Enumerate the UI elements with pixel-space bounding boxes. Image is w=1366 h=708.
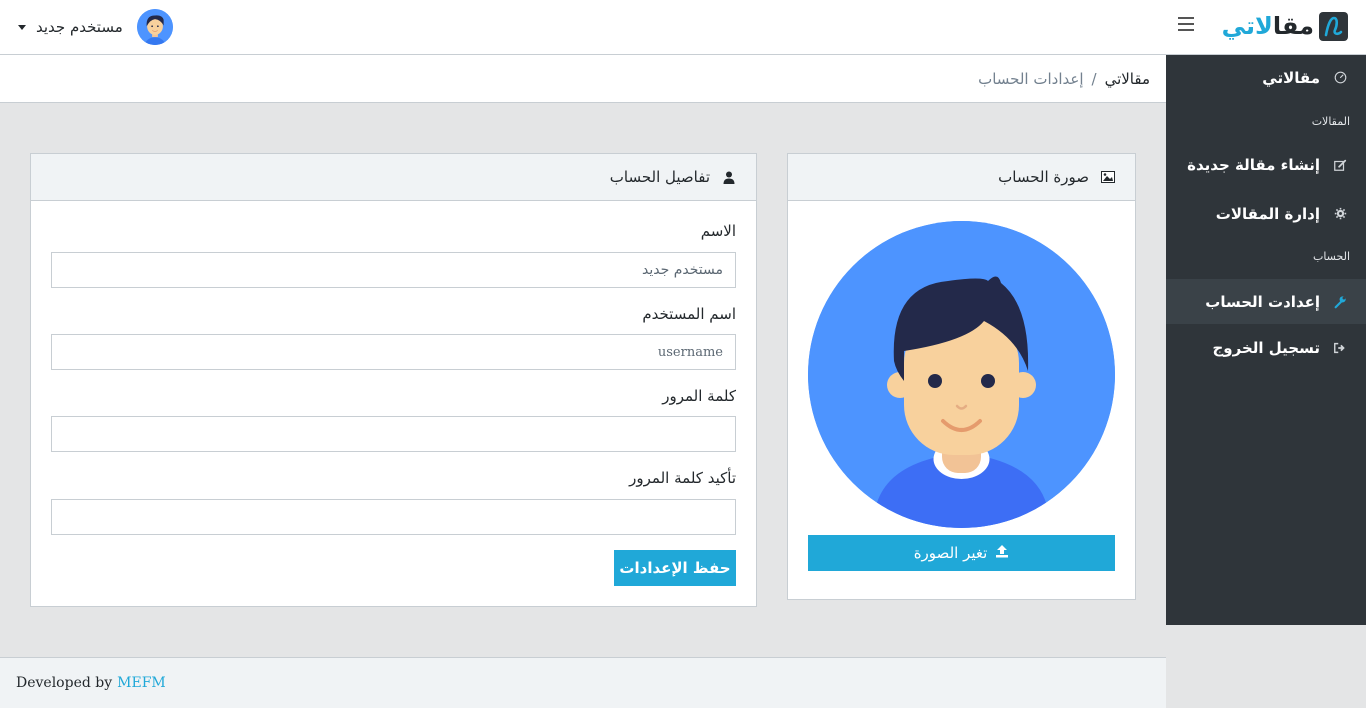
- upload-icon: [995, 544, 1009, 562]
- sidebar-item-new-article[interactable]: إنشاء مقالة جديدة: [1166, 142, 1366, 187]
- account-details-card: تفاصيل الحساب الاسم اسم المستخدم كلمة ال…: [30, 153, 757, 607]
- wrench-icon: [1332, 294, 1348, 310]
- footer-author-link[interactable]: MEFM: [117, 675, 166, 691]
- confirm-password-label: تأكيد كلمة المرور: [629, 469, 736, 487]
- breadcrumb-home-link[interactable]: مقالاتي: [1105, 70, 1150, 88]
- brand-mark-icon: [1319, 12, 1348, 41]
- gear-icon: [1332, 206, 1348, 222]
- change-photo-label: تغير الصورة: [913, 544, 988, 562]
- profile-avatar: [808, 221, 1115, 528]
- username-label: اسم المستخدم: [642, 305, 736, 323]
- confirm-password-field[interactable]: [51, 499, 736, 535]
- profile-photo-card: صورة الحساب تغير الصورة: [787, 153, 1136, 600]
- caret-down-icon: [18, 24, 26, 30]
- breadcrumb: مقالاتي / إعدادات الحساب: [0, 55, 1166, 103]
- card-header: صورة الحساب: [788, 154, 1135, 201]
- username-field[interactable]: [51, 334, 736, 370]
- sidebar-item-manage-articles[interactable]: إدارة المقالات: [1166, 191, 1366, 236]
- image-icon: [1101, 170, 1115, 184]
- sidebar-item-dashboard[interactable]: مقالاتي: [1166, 55, 1366, 100]
- edit-icon: [1332, 157, 1348, 173]
- sidebar-item-label: مقالاتي: [1262, 68, 1320, 87]
- user-name: مستخدم جديد: [36, 18, 123, 36]
- breadcrumb-current: إعدادات الحساب: [978, 69, 1084, 88]
- sidebar-section-account: الحساب: [1312, 250, 1350, 263]
- user-icon: [722, 170, 736, 184]
- card-header: تفاصيل الحساب: [31, 154, 756, 201]
- sidebar-item-label: إدارة المقالات: [1215, 204, 1320, 223]
- sign-out-icon: [1332, 340, 1348, 356]
- sidebar-item-label: تسجيل الخروج: [1212, 338, 1321, 357]
- footer: Developed by MEFM: [0, 657, 1166, 708]
- sidebar-section-articles: المقالات: [1311, 115, 1350, 128]
- sidebar-item-logout[interactable]: تسجيل الخروج: [1166, 325, 1366, 370]
- sidebar-toggle-icon[interactable]: [1178, 17, 1194, 33]
- name-label: الاسم: [700, 222, 736, 240]
- avatar: [136, 9, 173, 45]
- brand-logo[interactable]: مقالاتي: [1222, 10, 1348, 44]
- password-label: كلمة المرور: [662, 387, 736, 405]
- sidebar-item-label: إنشاء مقالة جديدة: [1187, 155, 1320, 174]
- brand-name: مقالاتي: [1221, 12, 1314, 40]
- card-title: صورة الحساب: [998, 168, 1089, 186]
- name-field[interactable]: [51, 252, 736, 288]
- sidebar-item-label: إعدادت الحساب: [1205, 292, 1320, 311]
- password-field[interactable]: [51, 416, 736, 452]
- speedometer-icon: [1332, 70, 1348, 86]
- user-menu[interactable]: مستخدم جديد: [18, 9, 173, 45]
- footer-text: Developed by: [16, 675, 113, 691]
- top-header: مقالاتي مستخدم جديد: [0, 0, 1366, 55]
- sidebar: مقالاتي المقالات إنشاء مقالة جديدة إدارة…: [1166, 55, 1366, 625]
- breadcrumb-separator: /: [1091, 69, 1097, 88]
- save-settings-button[interactable]: حفظ الإعدادات: [614, 550, 736, 586]
- sidebar-item-account-settings[interactable]: إعدادت الحساب: [1166, 279, 1366, 324]
- card-title: تفاصيل الحساب: [609, 168, 710, 186]
- change-photo-button[interactable]: تغير الصورة: [808, 535, 1115, 571]
